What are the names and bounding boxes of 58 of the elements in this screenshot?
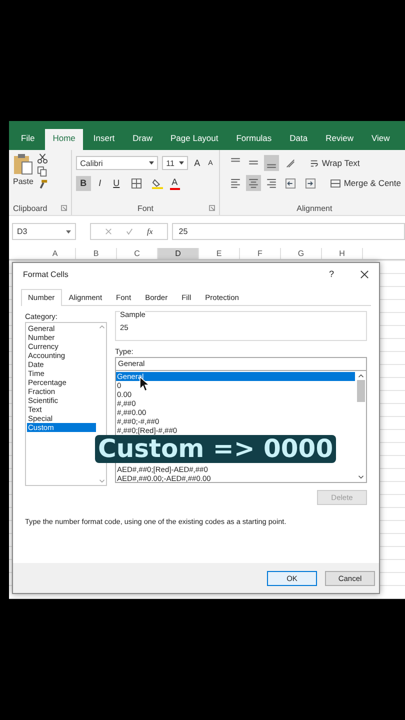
caret-icon (149, 161, 154, 165)
caption-overlay: Custom => 0000 (95, 435, 336, 463)
column-header[interactable]: F (240, 248, 281, 259)
align-icon[interactable] (264, 155, 279, 171)
wrap-icon (310, 158, 319, 168)
font-style-button[interactable]: U (109, 176, 124, 190)
font-style-button[interactable]: B (76, 176, 91, 190)
brush-icon[interactable] (37, 179, 48, 190)
wrap-text-button[interactable]: Wrap Text (310, 158, 360, 168)
orientation-icon[interactable] (284, 158, 296, 168)
font-style-button[interactable]: I (94, 176, 106, 190)
ribbon-tab[interactable]: Data (282, 129, 316, 150)
ribbon-tab[interactable]: Home (44, 129, 84, 150)
formula-input[interactable]: 25 (172, 223, 405, 240)
group-label: Font (137, 204, 154, 212)
column-header[interactable]: G (281, 248, 322, 259)
font-name-field[interactable]: Calibri (76, 156, 158, 170)
scissors-icon[interactable] (37, 153, 48, 164)
merge-button[interactable]: Merge & Cente (330, 178, 401, 188)
name-box[interactable]: D3 (12, 223, 76, 240)
scroll-up-icon[interactable] (358, 374, 364, 378)
fill-color-icon[interactable] (152, 178, 163, 188)
function-button[interactable]: fx (147, 227, 153, 236)
paste-button[interactable]: Paste (13, 153, 34, 201)
grow-font-button[interactable]: A (192, 156, 202, 170)
caret-icon (66, 230, 71, 234)
indent-icon[interactable] (304, 178, 316, 188)
check-icon[interactable] (126, 228, 133, 235)
ribbon-tab[interactable]: View (364, 129, 398, 150)
column-header[interactable]: A (35, 248, 76, 259)
launcher-icon[interactable] (61, 205, 68, 211)
clipboard-icon (13, 153, 34, 175)
close-icon[interactable] (360, 270, 369, 278)
merge-icon (330, 178, 341, 188)
group-label: Clipboard (13, 204, 48, 212)
group-label: Alignment (296, 204, 332, 212)
dialog-title: Format Cells (23, 270, 70, 278)
scroll-down-icon[interactable] (358, 475, 364, 479)
copy-icon[interactable] (37, 166, 48, 177)
caret-icon (179, 161, 184, 165)
column-header[interactable]: B (76, 248, 117, 259)
scrollbar-thumb[interactable] (356, 380, 364, 402)
font-size-field[interactable]: 11 (162, 156, 188, 170)
ribbon-tab[interactable]: Formulas (228, 129, 280, 150)
indent-icon[interactable] (284, 178, 296, 188)
borders-icon[interactable] (130, 178, 142, 188)
ribbon-tab[interactable]: File (13, 129, 43, 150)
column-header[interactable]: H (322, 248, 363, 259)
column-header[interactable]: E (199, 248, 240, 259)
column-header[interactable]: D (158, 248, 199, 259)
font-color-button[interactable]: A (170, 176, 180, 190)
ribbon-tab[interactable]: Review (318, 129, 362, 150)
launcher-icon[interactable] (208, 205, 215, 211)
ribbon-tab[interactable]: Insert (85, 129, 123, 150)
align-icon[interactable] (246, 175, 261, 191)
ribbon-tab[interactable]: Page Layout (162, 129, 226, 150)
help-button[interactable]: ? (328, 269, 334, 279)
ribbon-tab[interactable]: Draw (124, 129, 160, 150)
